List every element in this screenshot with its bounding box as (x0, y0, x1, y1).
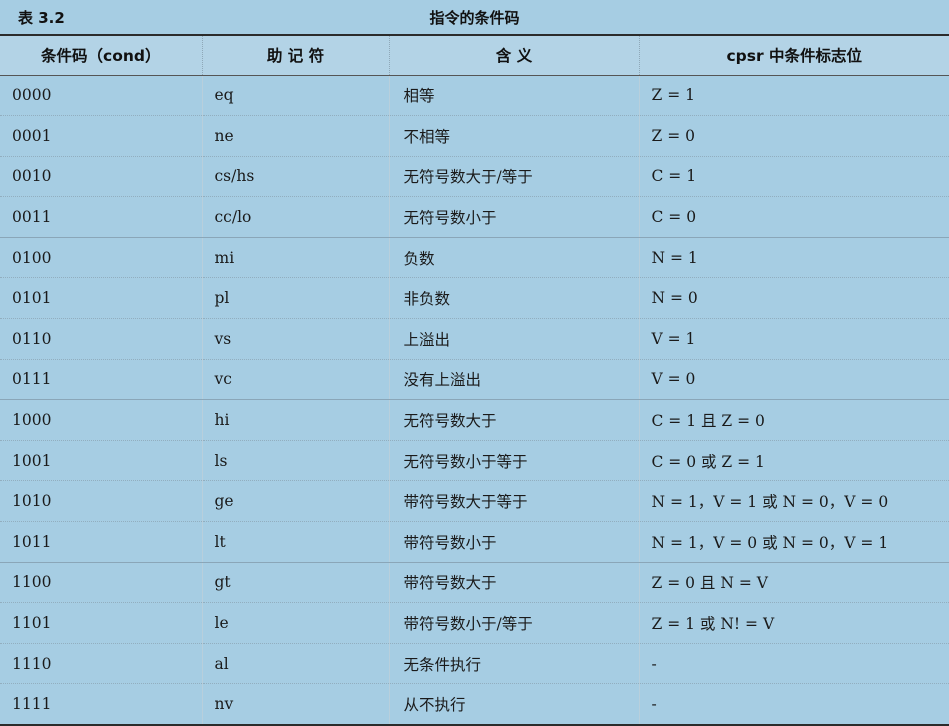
table-row: 0101 pl 非负数 N = 0 (0, 277, 949, 320)
cell-meaning: 带符号数大于 (388, 562, 639, 604)
cell-cond: 0001 (0, 115, 202, 157)
cell-flags: - (638, 643, 949, 685)
cell-meaning: 上溢出 (388, 318, 639, 360)
cell-meaning: 相等 (388, 75, 639, 117)
cell-meaning: 带符号数小于/等于 (388, 602, 639, 644)
cell-flags: Z = 1 (638, 75, 949, 117)
cell-cond: 1001 (0, 440, 202, 482)
cell-meaning: 不相等 (388, 115, 639, 157)
cell-meaning: 带符号数大于等于 (388, 480, 639, 523)
header-cpsr-flags: cpsr 中条件标志位 (638, 34, 949, 76)
table-row: 0000 eq 相等 Z = 1 (0, 75, 949, 117)
table-row: 0111 vc 没有上溢出 V = 0 (0, 359, 949, 401)
cell-flags: Z = 1 或 N! = V (638, 602, 949, 644)
table-row: 1101 le 带符号数小于/等于 Z = 1 或 N! = V (0, 602, 949, 644)
cell-mnemonic: lt (201, 521, 389, 563)
cell-cond: 1010 (0, 480, 202, 523)
cell-meaning: 负数 (388, 237, 639, 279)
cell-cond: 0101 (0, 277, 202, 320)
cell-flags: N = 1，V = 1 或 N = 0，V = 0 (638, 480, 949, 523)
table-row: 1000 hi 无符号数大于 C = 1 且 Z = 0 (0, 399, 949, 441)
cell-mnemonic: al (201, 643, 389, 685)
table-row: 1001 ls 无符号数小于等于 C = 0 或 Z = 1 (0, 440, 949, 482)
cell-cond: 1100 (0, 562, 202, 604)
table-row: 0010 cs/hs 无符号数大于/等于 C = 1 (0, 156, 949, 198)
cell-meaning: 带符号数小于 (388, 521, 639, 563)
cell-cond: 0011 (0, 196, 202, 238)
table-row: 1111 nv 从不执行 - (0, 683, 949, 726)
cell-cond: 0100 (0, 237, 202, 279)
cell-cond: 0111 (0, 359, 202, 401)
header-cond: 条件码（cond） (0, 34, 202, 76)
cell-meaning: 无符号数小于等于 (388, 440, 639, 482)
condition-code-table: 条件码（cond） 助 记 符 含 义 cpsr 中条件标志位 0000 eq … (0, 34, 949, 726)
cell-mnemonic: vc (201, 359, 389, 401)
cell-flags: V = 1 (638, 318, 949, 360)
table-row: 0001 ne 不相等 Z = 0 (0, 115, 949, 157)
cell-cond: 1000 (0, 399, 202, 441)
cell-meaning: 无符号数大于 (388, 399, 639, 441)
cell-cond: 1110 (0, 643, 202, 685)
cell-cond: 1101 (0, 602, 202, 644)
cell-mnemonic: hi (201, 399, 389, 441)
table-row: 1011 lt 带符号数小于 N = 1，V = 0 或 N = 0，V = 1 (0, 521, 949, 563)
table-row: 1010 ge 带符号数大于等于 N = 1，V = 1 或 N = 0，V =… (0, 480, 949, 523)
cell-mnemonic: cc/lo (201, 196, 389, 238)
cell-meaning: 没有上溢出 (388, 359, 639, 401)
table-row: 1100 gt 带符号数大于 Z = 0 且 N = V (0, 562, 949, 604)
cell-flags: Z = 0 (638, 115, 949, 157)
cell-mnemonic: pl (201, 277, 389, 320)
cell-mnemonic: ls (201, 440, 389, 482)
cell-meaning: 非负数 (388, 277, 639, 320)
table-title: 指令的条件码 (429, 9, 520, 27)
cell-mnemonic: nv (201, 683, 389, 726)
table-row: 0100 mi 负数 N = 1 (0, 237, 949, 279)
cell-cond: 0010 (0, 156, 202, 198)
cell-flags: C = 0 或 Z = 1 (638, 440, 949, 482)
cell-meaning: 从不执行 (388, 683, 639, 726)
cell-flags: N = 0 (638, 277, 949, 320)
header-meaning: 含 义 (388, 34, 639, 76)
cell-flags: C = 0 (638, 196, 949, 238)
cell-mnemonic: gt (201, 562, 389, 604)
header-mnemonic: 助 记 符 (201, 34, 389, 76)
cell-mnemonic: vs (201, 318, 389, 360)
cell-cond: 1011 (0, 521, 202, 563)
cell-flags: Z = 0 且 N = V (638, 562, 949, 604)
cell-mnemonic: mi (201, 237, 389, 279)
cell-flags: - (638, 683, 949, 726)
cell-mnemonic: cs/hs (201, 156, 389, 198)
table-row: 0110 vs 上溢出 V = 1 (0, 318, 949, 360)
header-row: 条件码（cond） 助 记 符 含 义 cpsr 中条件标志位 (0, 34, 949, 76)
cell-cond: 1111 (0, 683, 202, 726)
cell-cond: 0000 (0, 75, 202, 117)
cell-mnemonic: le (201, 602, 389, 644)
cell-meaning: 无符号数大于/等于 (388, 156, 639, 198)
table-caption: 表 3.2 指令的条件码 (0, 0, 949, 34)
cell-flags: C = 1 (638, 156, 949, 198)
cell-cond: 0110 (0, 318, 202, 360)
table-row: 1110 al 无条件执行 - (0, 643, 949, 685)
cell-flags: N = 1，V = 0 或 N = 0，V = 1 (638, 521, 949, 563)
cell-meaning: 无条件执行 (388, 643, 639, 685)
cell-meaning: 无符号数小于 (388, 196, 639, 238)
cell-flags: V = 0 (638, 359, 949, 401)
cell-flags: C = 1 且 Z = 0 (638, 399, 949, 441)
cell-flags: N = 1 (638, 237, 949, 279)
cell-mnemonic: ge (201, 480, 389, 523)
cell-mnemonic: ne (201, 115, 389, 157)
table-row: 0011 cc/lo 无符号数小于 C = 0 (0, 196, 949, 238)
cell-mnemonic: eq (201, 75, 389, 117)
